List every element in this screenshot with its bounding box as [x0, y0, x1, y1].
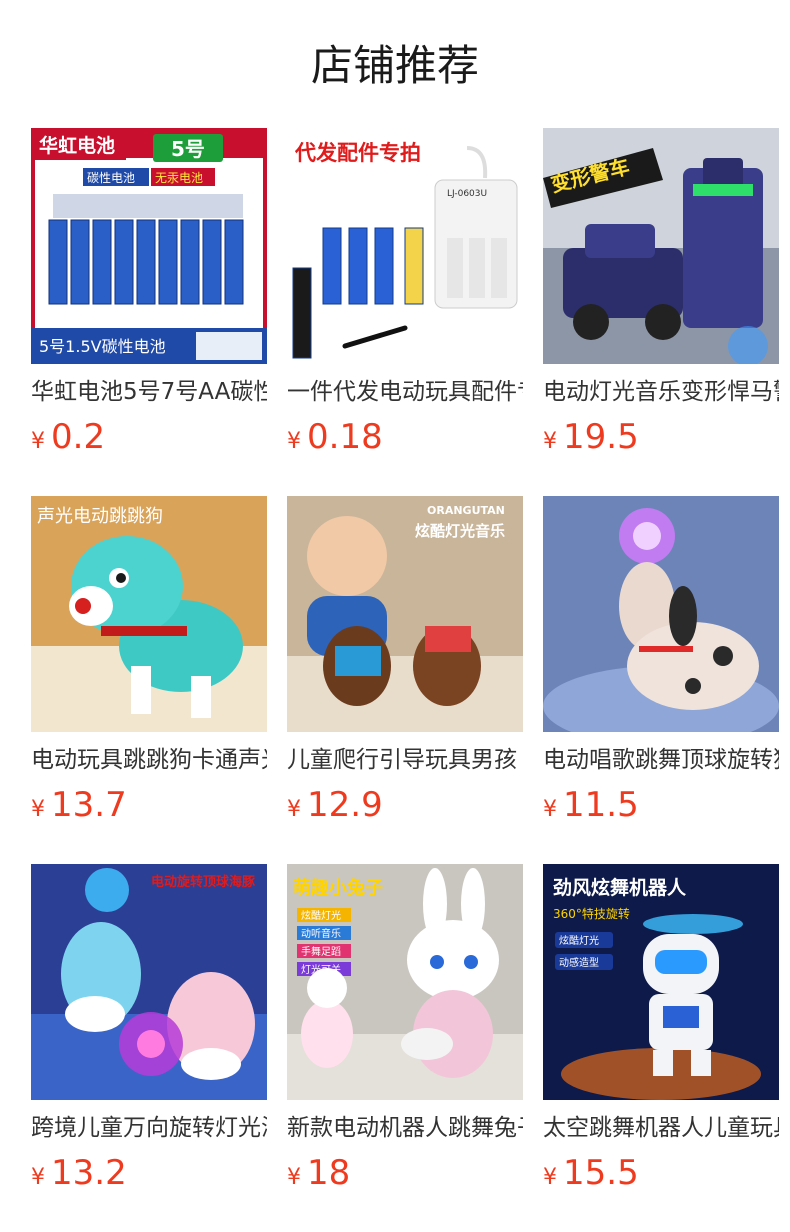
- space-robot-image: 劲风炫舞机器人 360°特技旋转 炫酷灯光 动感造型: [543, 864, 779, 1100]
- product-price: ¥13.7: [31, 785, 127, 825]
- battery-box-image: 华虹电池 5号 碳性电池 无汞电池 5号1.5V碳性电池: [31, 128, 267, 364]
- svg-text:5号1.5V碳性电池: 5号1.5V碳性电池: [39, 337, 166, 356]
- svg-text:炫酷灯光音乐: 炫酷灯光音乐: [415, 522, 505, 540]
- product-name[interactable]: 新款电动机器人跳舞兔子: [287, 1112, 523, 1144]
- currency-symbol: ¥: [543, 797, 557, 822]
- currency-symbol: ¥: [31, 1165, 45, 1190]
- product-price: ¥0.2: [31, 417, 105, 457]
- product-price: ¥15.5: [543, 1153, 639, 1193]
- svg-text:手舞足蹈: 手舞足蹈: [301, 945, 341, 958]
- price-value: 18: [307, 1153, 351, 1193]
- svg-text:360°特技旋转: 360°特技旋转: [553, 906, 630, 921]
- product-image-7[interactable]: 电动旋转顶球海豚: [31, 864, 267, 1100]
- product-grid: 华虹电池 5号 碳性电池 无汞电池 5号1.5V碳性电池 华虹电池5号7号AA碳…: [0, 0, 790, 1232]
- svg-text:萌趣小兔子: 萌趣小兔子: [293, 877, 383, 899]
- dolphin-image: 电动旋转顶球海豚: [31, 864, 267, 1100]
- product-image-4[interactable]: 声光电动跳跳狗: [31, 496, 267, 732]
- product-price: ¥11.5: [543, 785, 639, 825]
- svg-text:炫酷灯光: 炫酷灯光: [559, 934, 599, 947]
- charger-image: 代发配件专拍 LJ-0603U: [287, 128, 523, 364]
- currency-symbol: ¥: [287, 797, 301, 822]
- product-image-9[interactable]: 劲风炫舞机器人 360°特技旋转 炫酷灯光 动感造型: [543, 864, 779, 1100]
- crawling-monkey-image: ORANGUTAN 炫酷灯光音乐: [287, 496, 523, 732]
- svg-text:碳性电池: 碳性电池: [87, 171, 135, 185]
- product-price: ¥13.2: [31, 1153, 127, 1193]
- currency-symbol: ¥: [287, 429, 301, 454]
- product-name[interactable]: 一件代发电动玩具配件专拍: [287, 376, 523, 408]
- price-value: 15.5: [563, 1153, 639, 1193]
- svg-text:华虹电池: 华虹电池: [39, 134, 115, 157]
- price-value: 19.5: [563, 417, 639, 457]
- product-image-8[interactable]: 萌趣小兔子 炫酷灯光 动听音乐 手舞足蹈 灯光可关: [287, 864, 523, 1100]
- product-image-6[interactable]: [543, 496, 779, 732]
- price-value: 0.2: [51, 417, 106, 457]
- product-price: ¥19.5: [543, 417, 639, 457]
- product-price: ¥12.9: [287, 785, 383, 825]
- price-value: 13.7: [51, 785, 127, 825]
- price-value: 11.5: [563, 785, 639, 825]
- svg-text:LJ-0603U: LJ-0603U: [447, 189, 487, 199]
- product-name[interactable]: 华虹电池5号7号AA碳性电池: [31, 376, 267, 408]
- bunny-image: 萌趣小兔子 炫酷灯光 动听音乐 手舞足蹈 灯光可关: [287, 864, 523, 1100]
- currency-symbol: ¥: [31, 429, 45, 454]
- product-price: ¥18: [287, 1153, 350, 1193]
- svg-text:电动旋转顶球海豚: 电动旋转顶球海豚: [151, 874, 256, 890]
- svg-text:炫酷灯光: 炫酷灯光: [301, 909, 341, 922]
- svg-text:劲风炫舞机器人: 劲风炫舞机器人: [553, 876, 687, 899]
- product-name[interactable]: 太空跳舞机器人儿童玩具: [543, 1112, 779, 1144]
- currency-symbol: ¥: [31, 797, 45, 822]
- police-car-image: 变形警车: [543, 128, 779, 364]
- currency-symbol: ¥: [287, 1165, 301, 1190]
- svg-text:动听音乐: 动听音乐: [301, 927, 341, 940]
- product-image-5[interactable]: ORANGUTAN 炫酷灯光音乐: [287, 496, 523, 732]
- svg-text:动感造型: 动感造型: [559, 956, 599, 969]
- ball-dog-image: [543, 496, 779, 732]
- currency-symbol: ¥: [543, 429, 557, 454]
- svg-text:5号: 5号: [171, 137, 205, 161]
- svg-text:代发配件专拍: 代发配件专拍: [294, 141, 421, 165]
- price-value: 0.18: [307, 417, 383, 457]
- product-price: ¥0.18: [287, 417, 383, 457]
- svg-text:无汞电池: 无汞电池: [155, 171, 203, 185]
- product-image-3[interactable]: 变形警车: [543, 128, 779, 364]
- currency-symbol: ¥: [543, 1165, 557, 1190]
- svg-text:声光电动跳跳狗: 声光电动跳跳狗: [37, 506, 163, 527]
- product-name[interactable]: 跨境儿童万向旋转灯光海豚: [31, 1112, 267, 1144]
- product-image-1[interactable]: 华虹电池 5号 碳性电池 无汞电池 5号1.5V碳性电池: [31, 128, 267, 364]
- product-name[interactable]: 电动唱歌跳舞顶球旋转狗: [543, 744, 779, 776]
- jumping-dog-image: 声光电动跳跳狗: [31, 496, 267, 732]
- product-name[interactable]: 儿童爬行引导玩具男孩: [287, 744, 523, 776]
- product-image-2[interactable]: 代发配件专拍 LJ-0603U: [287, 128, 523, 364]
- price-value: 13.2: [51, 1153, 127, 1193]
- product-name[interactable]: 电动灯光音乐变形悍马警车: [543, 376, 779, 408]
- product-name[interactable]: 电动玩具跳跳狗卡通声光: [31, 744, 267, 776]
- svg-text:ORANGUTAN: ORANGUTAN: [427, 504, 505, 517]
- price-value: 12.9: [307, 785, 383, 825]
